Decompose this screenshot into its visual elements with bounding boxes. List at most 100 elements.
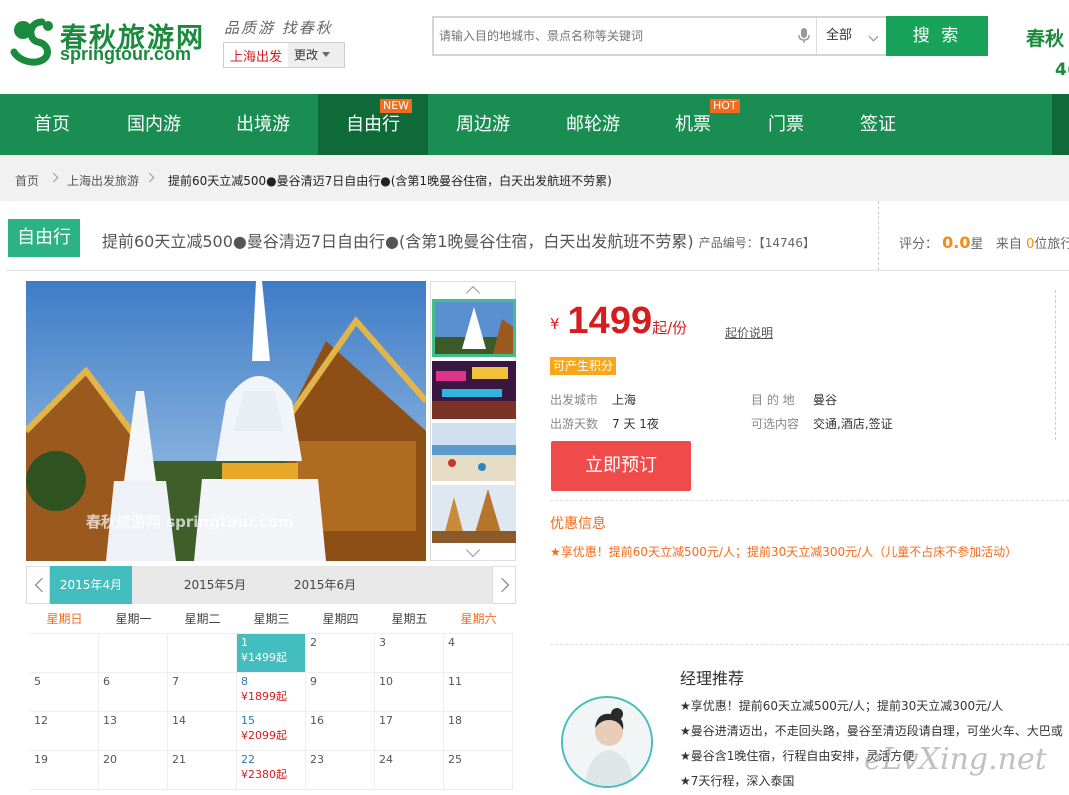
manager-avatar xyxy=(561,696,653,788)
info-divider xyxy=(550,500,1069,501)
calendar-month-tab[interactable]: 2015年4月 xyxy=(50,566,132,604)
day-number: 15 xyxy=(241,714,255,727)
chevron-right-icon xyxy=(144,172,155,183)
nav-home[interactable]: 首页 xyxy=(0,94,104,155)
weekday-header: 星期五 xyxy=(375,604,444,634)
microphone-icon[interactable] xyxy=(798,28,810,44)
thumbnail-image xyxy=(432,423,516,481)
price-amount: 1499 xyxy=(567,300,653,342)
day-number: 17 xyxy=(379,714,393,727)
calendar-day: 24 xyxy=(375,751,444,790)
breadcrumb-home[interactable]: 首页 xyxy=(15,172,39,189)
thumbnail-2[interactable] xyxy=(432,361,516,419)
chevron-down-icon xyxy=(465,542,481,558)
thumb-down-button[interactable] xyxy=(431,542,517,561)
calendar-day: 10 xyxy=(375,673,444,712)
calendar-prev-button[interactable] xyxy=(26,566,50,604)
day-number: 7 xyxy=(172,675,179,688)
thumbnail-3[interactable] xyxy=(432,423,516,481)
calendar-day: 4 xyxy=(444,634,513,673)
calendar-day[interactable]: 22 ¥2380起 xyxy=(237,751,306,790)
day-number: 24 xyxy=(379,753,393,766)
day-number: 14 xyxy=(172,714,186,727)
calendar-day[interactable]: 1 ¥1499起 xyxy=(237,634,306,673)
day-number: 1 xyxy=(241,636,248,649)
day-price: ¥1499起 xyxy=(241,651,287,664)
price-note-link[interactable]: 起价说明 xyxy=(725,324,773,341)
nav-outbound[interactable]: 出境游 xyxy=(208,94,318,155)
city-selector[interactable]: 上海出发 更改 xyxy=(223,42,345,68)
calendar-day: 13 xyxy=(99,712,168,751)
day-number: 8 xyxy=(241,675,248,688)
main-nav: 首页 国内游 出境游 自由行 NEW 周边游 邮轮游 机票 HOT 门票 签证 xyxy=(0,94,1069,155)
calendar-month-tab[interactable]: 2015年6月 xyxy=(284,566,366,604)
manager-line: ★7天行程，深入泰国 xyxy=(680,774,795,788)
slogan: 品质游 找春秋 xyxy=(224,19,333,37)
calendar-day[interactable]: 8 ¥1899起 xyxy=(237,673,306,712)
day-price: ¥2099起 xyxy=(241,729,287,742)
calendar-month-tab[interactable]: 2015年5月 xyxy=(174,566,256,604)
site-watermark: eLvXing.net xyxy=(864,742,1047,777)
search-divider xyxy=(816,18,817,54)
chevron-right-icon xyxy=(48,172,59,183)
breadcrumb-shanghai[interactable]: 上海出发旅游 xyxy=(67,172,139,189)
calendar-day: 16 xyxy=(306,712,375,751)
rating: 评分： 0.0星 来自 0位旅行 xyxy=(899,233,1069,252)
nav-flights[interactable]: 机票 HOT xyxy=(648,94,740,155)
nav-domestic[interactable]: 国内游 xyxy=(104,94,204,155)
day-number: 6 xyxy=(103,675,110,688)
avatar-image xyxy=(563,698,651,786)
price: ¥1499起/份 xyxy=(550,300,687,343)
change-city-label: 更改 xyxy=(294,48,319,62)
calendar-day: 23 xyxy=(306,751,375,790)
nav-visa[interactable]: 签证 xyxy=(832,94,924,155)
day-number: 2 xyxy=(310,636,317,649)
site-logo[interactable]: 春秋旅游网 springtour.com xyxy=(8,16,218,68)
logo-text-en: springtour.com xyxy=(60,44,192,64)
nav-free-travel[interactable]: 自由行 NEW xyxy=(318,94,428,155)
nav-label: 出境游 xyxy=(236,114,290,135)
breadcrumb-current: 提前60天立减500●曼谷清迈7日自由行●(含第1晚曼谷住宿，白天出发航班不劳累… xyxy=(168,174,612,188)
promo-text: ★享优惠！提前60天立减500元/人；提前30天立减300元/人（儿童不占床不参… xyxy=(550,545,1018,559)
promo-title: 优惠信息 xyxy=(550,516,606,532)
search-type-label: 全部 xyxy=(826,28,853,43)
day-number: 11 xyxy=(448,675,462,688)
search-button[interactable]: 搜 索 xyxy=(886,16,988,56)
day-number: 13 xyxy=(103,714,117,727)
thumbnail-1[interactable] xyxy=(432,299,516,357)
trip-days-label: 出游天数 xyxy=(550,417,599,431)
depart-city: 出发城市 上海 xyxy=(550,391,636,408)
chevron-left-icon xyxy=(34,577,50,593)
calendar-next-button[interactable] xyxy=(492,566,516,604)
nav-tickets[interactable]: 门票 xyxy=(740,94,832,155)
day-price: ¥1899起 xyxy=(241,690,287,703)
nav-label: 邮轮游 xyxy=(566,114,620,135)
nav-cruise[interactable]: 邮轮游 xyxy=(538,94,648,155)
day-number: 25 xyxy=(448,753,462,766)
weekday-header: 星期四 xyxy=(306,604,375,634)
trip-days-value: 7 天 1夜 xyxy=(612,417,659,431)
nav-nearby[interactable]: 周边游 xyxy=(428,94,538,155)
day-number: 12 xyxy=(34,714,48,727)
main-photo: 春秋旅游网 springtour.com xyxy=(26,281,426,561)
thumb-up-button[interactable] xyxy=(431,282,517,301)
search-input[interactable] xyxy=(434,18,794,54)
nav-label: 首页 xyxy=(34,114,70,135)
calendar-day: 6 xyxy=(99,673,168,712)
book-now-button[interactable]: 立即预订 xyxy=(551,441,691,491)
calendar-day[interactable]: 15 ¥2099起 xyxy=(237,712,306,751)
calendar-day: 7 xyxy=(168,673,237,712)
thumbnail-4[interactable] xyxy=(432,485,516,543)
calendar-day: 5 xyxy=(30,673,99,712)
depart-city-label: 出发城市 xyxy=(550,393,599,407)
day-number: 22 xyxy=(241,753,255,766)
change-city-button[interactable]: 更改 xyxy=(288,43,344,67)
calendar-day xyxy=(168,634,237,673)
options-label: 可选内容 xyxy=(751,417,800,431)
manager-title: 经理推荐 xyxy=(680,669,745,688)
search-type-dropdown[interactable]: 全部 xyxy=(826,18,884,54)
new-badge: NEW xyxy=(380,99,413,113)
calendar-day xyxy=(30,634,99,673)
calendar-day: 11 xyxy=(444,673,513,712)
weekday-header: 星期一 xyxy=(99,604,168,634)
